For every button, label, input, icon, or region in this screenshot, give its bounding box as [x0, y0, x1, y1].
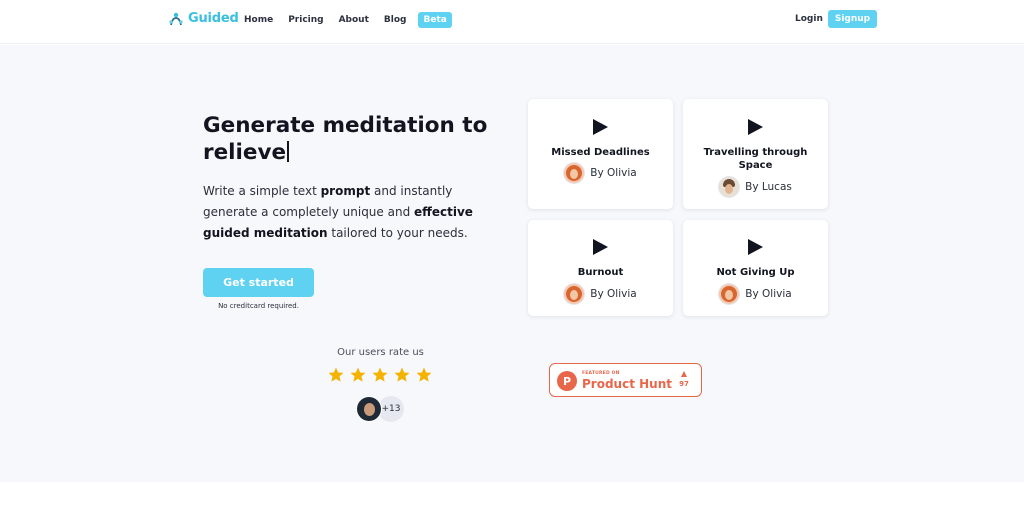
play-icon[interactable]: [748, 239, 763, 255]
author-name: By Lucas: [745, 181, 792, 193]
product-hunt-logo-icon: P: [557, 371, 577, 391]
ph-featured-label: FEATURED ON: [582, 371, 620, 376]
card-title: Burnout: [577, 267, 624, 278]
desc-text-1: Write a simple text: [203, 184, 321, 198]
get-started-button[interactable]: Get started: [203, 268, 314, 297]
author-avatar: [719, 177, 740, 197]
author-name: By Olivia: [590, 167, 637, 179]
hero-headline: Generate meditation to relieve: [203, 112, 503, 166]
nav-blog[interactable]: Blog: [384, 15, 407, 25]
star-icon: [328, 367, 344, 382]
desc-bold-1: prompt: [320, 184, 371, 198]
nav-about[interactable]: About: [339, 15, 369, 25]
main-nav: Home Pricing About Blog Beta: [244, 12, 452, 28]
author-avatar: [564, 163, 585, 183]
typing-caret: [287, 141, 290, 162]
meditation-card-missed-deadlines[interactable]: Missed Deadlines By Olivia: [528, 99, 673, 209]
meditation-card-not-giving-up[interactable]: Not Giving Up By Olivia: [683, 220, 828, 316]
headline-text: Generate meditation to relieve: [203, 113, 488, 165]
card-author: By Olivia: [683, 284, 828, 304]
nav-pricing[interactable]: Pricing: [288, 15, 323, 25]
guided-logo-icon: [169, 12, 183, 25]
cta-note: No creditcard required.: [218, 302, 299, 310]
author-name: By Olivia: [590, 288, 637, 300]
rating-stars: [327, 366, 433, 384]
author-avatar: [564, 284, 585, 304]
ph-name: Product Hunt: [582, 377, 672, 391]
brand-name: Guided: [188, 11, 239, 26]
login-link[interactable]: Login: [795, 14, 823, 24]
top-navbar: Guided Home Pricing About Blog Beta Logi…: [0, 0, 1024, 44]
card-author: By Lucas: [683, 177, 828, 197]
upvote-arrow-icon: [681, 371, 687, 377]
card-title: Travelling through Space: [703, 147, 808, 171]
hero-description: Write a simple text prompt and instantly…: [203, 181, 508, 244]
brand-logo[interactable]: Guided: [168, 11, 239, 26]
signup-button[interactable]: Signup: [828, 10, 877, 28]
hero-section: [0, 45, 1024, 482]
card-title: Missed Deadlines: [551, 147, 650, 158]
card-author: By Olivia: [528, 163, 673, 183]
rating-label: Our users rate us: [337, 347, 424, 358]
user-avatars: +13: [356, 396, 404, 422]
ph-vote-count: 97: [679, 380, 689, 388]
star-icon: [394, 367, 410, 382]
star-icon: [416, 367, 432, 382]
nav-beta-badge[interactable]: Beta: [418, 12, 452, 28]
nav-home[interactable]: Home: [244, 15, 273, 25]
star-icon: [350, 367, 366, 382]
play-icon[interactable]: [593, 239, 608, 255]
user-avatar: [356, 396, 382, 422]
author-name: By Olivia: [745, 288, 792, 300]
star-icon: [372, 367, 388, 382]
card-author: By Olivia: [528, 284, 673, 304]
play-icon[interactable]: [593, 119, 608, 135]
card-title: Not Giving Up: [716, 267, 795, 278]
meditation-card-burnout[interactable]: Burnout By Olivia: [528, 220, 673, 316]
author-avatar: [719, 284, 740, 304]
meditation-card-travelling-through-space[interactable]: Travelling through Space By Lucas: [683, 99, 828, 209]
desc-text-3: tailored to your needs.: [327, 226, 468, 240]
play-icon[interactable]: [748, 119, 763, 135]
